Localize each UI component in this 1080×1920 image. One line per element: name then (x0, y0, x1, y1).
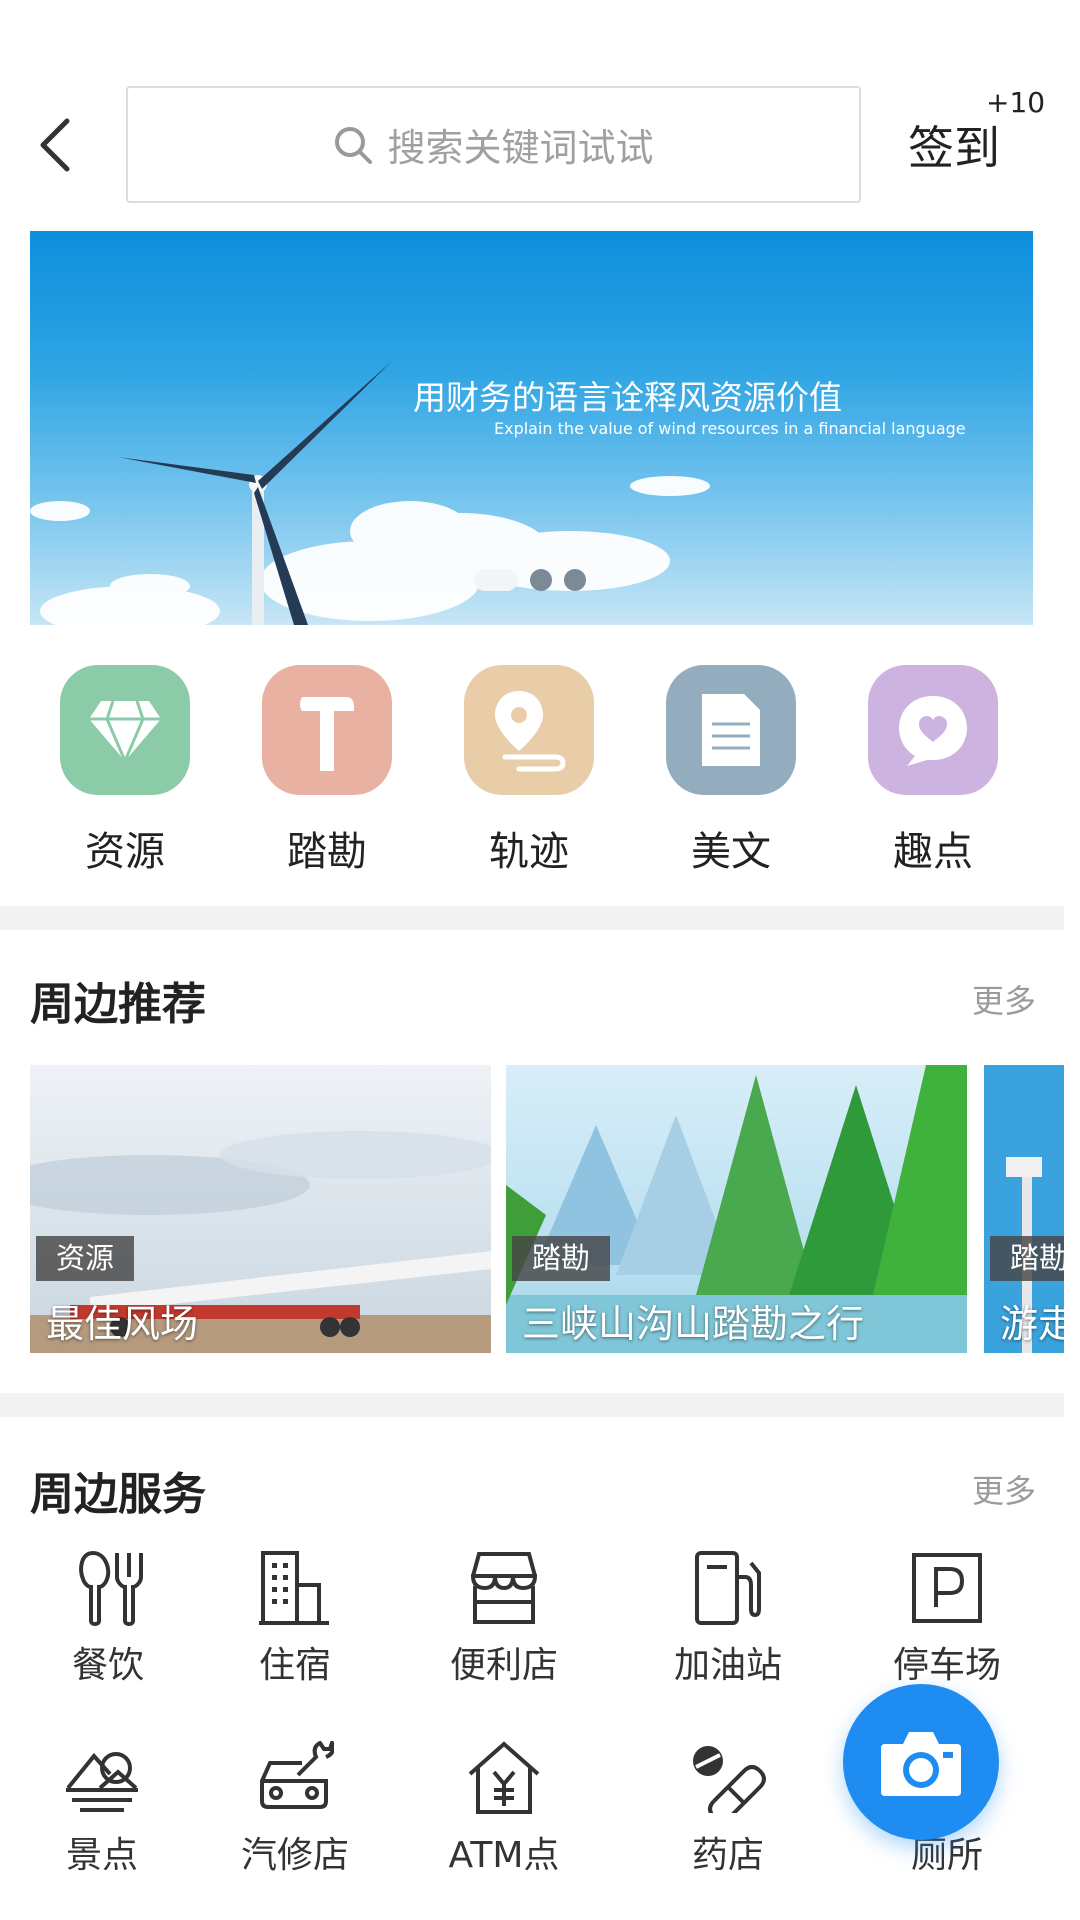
category-track[interactable]: 轨迹 (444, 665, 614, 877)
category-label: 资源 (85, 829, 165, 875)
carousel-indicator (474, 569, 586, 591)
atm-icon (404, 1738, 604, 1818)
parking-icon (847, 1548, 1047, 1628)
pill-icon (628, 1738, 828, 1818)
card-title: 三峡山沟山踏勘之行 (522, 1302, 865, 1346)
card-title: 最佳风场 (46, 1302, 199, 1346)
services-more-link[interactable]: 更多 (972, 1466, 1036, 1512)
service-pharmacy[interactable]: 药店 (628, 1738, 828, 1878)
fork-knife-icon (8, 1548, 208, 1628)
carousel-dot-active[interactable] (474, 569, 518, 591)
camera-fab-button[interactable] (843, 1684, 999, 1840)
banner-title: 用财务的语言诠释风资源价值 (413, 378, 842, 417)
category-article[interactable]: 美文 (646, 665, 816, 877)
recommend-card[interactable]: 踏勘 游走 (984, 1065, 1064, 1353)
heart-chat-icon (868, 665, 998, 795)
category-label: 轨迹 (489, 829, 569, 875)
chevron-left-icon (40, 118, 70, 172)
camera-icon (881, 1732, 961, 1796)
service-label: 汽修店 (240, 1835, 349, 1876)
checkin-button[interactable]: 签到 (908, 112, 1000, 178)
search-placeholder: 搜索关键词试试 (387, 126, 654, 170)
service-dining[interactable]: 餐饮 (8, 1548, 208, 1688)
category-resource[interactable]: 资源 (40, 665, 210, 877)
service-label: 药店 (691, 1835, 764, 1876)
recommend-carousel[interactable]: 资源 最佳风场 踏勘 三峡山沟山踏勘之行 踏勘 游走 (0, 1065, 1064, 1353)
document-icon (666, 665, 796, 795)
building-icon (195, 1548, 395, 1628)
service-car-repair[interactable]: 汽修店 (195, 1738, 395, 1878)
service-lodging[interactable]: 住宿 (195, 1548, 395, 1688)
service-label: 停车场 (892, 1645, 1001, 1686)
top-bar: 搜索关键词试试 +10 签到 (0, 0, 1080, 225)
service-label: 景点 (65, 1835, 138, 1876)
service-label: 便利店 (449, 1645, 558, 1686)
search-icon (335, 126, 373, 164)
service-gas-station[interactable]: 加油站 (628, 1548, 828, 1688)
service-atm[interactable]: ATM点 (404, 1738, 604, 1878)
carousel-dot[interactable] (564, 569, 586, 591)
back-button[interactable] (20, 110, 90, 180)
location-pin-icon (464, 665, 594, 795)
recommend-section-title: 周边推荐 (30, 979, 206, 1030)
hammer-icon (262, 665, 392, 795)
category-grid: 资源 踏勘 轨迹 美文 趣点 (0, 665, 1080, 895)
card-tag: 踏勘 (512, 1236, 611, 1281)
search-input[interactable]: 搜索关键词试试 (126, 86, 861, 203)
recommend-card[interactable]: 踏勘 三峡山沟山踏勘之行 (506, 1065, 967, 1353)
service-label: 加油站 (673, 1645, 782, 1686)
section-divider (0, 906, 1064, 930)
service-scenic-spot[interactable]: 景点 (2, 1738, 202, 1878)
category-interest[interactable]: 趣点 (848, 665, 1018, 877)
category-label: 踏勘 (287, 829, 367, 875)
card-title: 游走 (1000, 1302, 1064, 1346)
diamond-icon (60, 665, 190, 795)
recommend-card[interactable]: 资源 最佳风场 (30, 1065, 491, 1353)
category-label: 趣点 (893, 829, 973, 875)
recommend-more-link[interactable]: 更多 (972, 976, 1036, 1022)
store-icon (404, 1548, 604, 1628)
card-tag: 踏勘 (990, 1236, 1064, 1281)
service-convenience-store[interactable]: 便利店 (404, 1548, 604, 1688)
section-divider (0, 1393, 1064, 1417)
service-label: ATM点 (448, 1835, 560, 1876)
service-label: 餐饮 (71, 1645, 144, 1686)
carousel-dot[interactable] (530, 569, 552, 591)
services-section-title: 周边服务 (30, 1469, 206, 1520)
car-repair-icon (195, 1738, 395, 1818)
banner-carousel[interactable]: 用财务的语言诠释风资源价值 Explain the value of wind … (30, 231, 1033, 625)
category-survey[interactable]: 踏勘 (242, 665, 412, 877)
service-label: 住宿 (258, 1645, 331, 1686)
category-label: 美文 (691, 829, 771, 875)
banner-subtitle: Explain the value of wind resources in a… (494, 419, 966, 438)
gas-station-icon (628, 1548, 828, 1628)
scenery-icon (2, 1738, 202, 1818)
service-parking[interactable]: 停车场 (847, 1548, 1047, 1688)
card-tag: 资源 (36, 1236, 135, 1281)
